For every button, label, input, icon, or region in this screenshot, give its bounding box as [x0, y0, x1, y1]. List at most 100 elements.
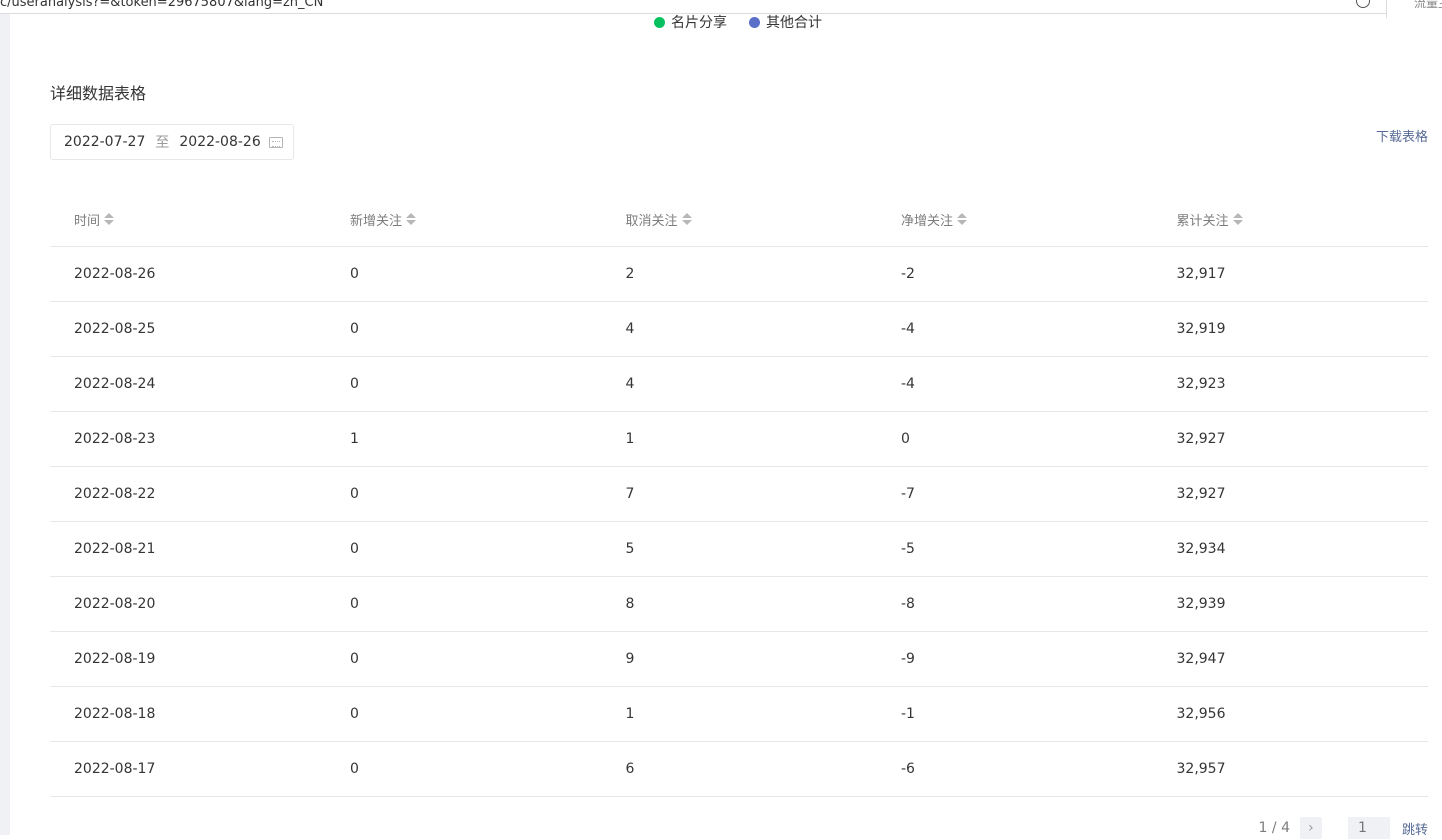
- cell-time: 2022-08-18: [74, 706, 156, 722]
- chevron-right-icon: ›: [1308, 820, 1314, 836]
- header-label: 新增关注: [350, 213, 403, 229]
- cell-unfollow: 6: [625, 761, 635, 777]
- legend-label: 其他合计: [766, 15, 822, 31]
- cell-net-follow: -5: [901, 541, 915, 557]
- cell-new-follow: 0: [350, 486, 359, 502]
- header-label: 累计关注: [1176, 213, 1229, 229]
- legend-dot: [749, 16, 760, 28]
- header-label: 时间: [74, 213, 101, 229]
- browser-toolbar-right: 流量主: [1386, 0, 1442, 18]
- date-separator: 至: [155, 135, 170, 151]
- toolbar-text[interactable]: 流量主: [1414, 0, 1442, 11]
- date-end[interactable]: 2022-08-26: [179, 134, 260, 150]
- cell-unfollow: 1: [625, 431, 635, 447]
- cell-total-follow: 32,927: [1176, 486, 1226, 502]
- header-unfollow[interactable]: 取消关注: [602, 210, 878, 229]
- cell-unfollow: 8: [625, 596, 635, 612]
- cell-new-follow: 0: [350, 596, 359, 612]
- date-range-picker[interactable]: 2022-07-27 至 2022-08-26: [50, 124, 294, 160]
- page-number-input[interactable]: [1347, 817, 1390, 839]
- table-row: 2022-08-21 0 5 -5 32,934: [50, 522, 1428, 577]
- cell-net-follow: -7: [901, 486, 915, 502]
- legend-label: 名片分享: [671, 15, 727, 31]
- cell-time: 2022-08-21: [74, 541, 156, 557]
- data-table: 时间 新增关注 取消关注 净增关注 累计关注 2022-08-26 0 2 -2…: [50, 192, 1428, 797]
- cell-total-follow: 32,919: [1176, 321, 1226, 337]
- legend-item[interactable]: 名片分享: [654, 12, 727, 32]
- sort-icon[interactable]: [104, 213, 115, 225]
- sort-icon[interactable]: [957, 213, 968, 225]
- cell-time: 2022-08-24: [74, 376, 156, 392]
- table-row: 2022-08-22 0 7 -7 32,927: [50, 467, 1428, 522]
- cell-time: 2022-08-26: [74, 266, 156, 282]
- header-label: 取消关注: [625, 213, 678, 229]
- cell-net-follow: -6: [901, 761, 915, 777]
- cell-total-follow: 32,917: [1176, 266, 1226, 282]
- table-row: 2022-08-19 0 9 -9 32,947: [50, 632, 1428, 687]
- cell-net-follow: 0: [901, 431, 910, 447]
- sort-icon[interactable]: [406, 213, 417, 225]
- cell-total-follow: 32,956: [1176, 706, 1226, 722]
- cell-time: 2022-08-25: [74, 321, 156, 337]
- cell-total-follow: 32,939: [1176, 596, 1226, 612]
- header-net-follow[interactable]: 净增关注: [877, 210, 1153, 229]
- cell-unfollow: 4: [625, 321, 635, 337]
- page-info: 1 / 4: [1258, 820, 1290, 836]
- table-row: 2022-08-23 1 1 0 32,927: [50, 412, 1428, 467]
- table-row: 2022-08-25 0 4 -4 32,919: [50, 302, 1428, 357]
- cell-unfollow: 7: [625, 486, 635, 502]
- cell-new-follow: 1: [350, 431, 359, 447]
- cell-unfollow: 2: [625, 266, 635, 282]
- sort-icon[interactable]: [681, 213, 692, 225]
- legend-item[interactable]: 其他合计: [749, 12, 822, 32]
- table-header: 时间 新增关注 取消关注 净增关注 累计关注: [50, 192, 1428, 247]
- cell-new-follow: 0: [350, 706, 359, 722]
- table-row: 2022-08-20 0 8 -8 32,939: [50, 577, 1428, 632]
- next-page-button[interactable]: ›: [1299, 817, 1322, 839]
- reload-icon[interactable]: [1356, 0, 1370, 8]
- section-title: 详细数据表格: [50, 84, 147, 103]
- cell-time: 2022-08-20: [74, 596, 156, 612]
- table-row: 2022-08-26 0 2 -2 32,917: [50, 247, 1428, 302]
- cell-unfollow: 1: [625, 706, 635, 722]
- cell-unfollow: 9: [625, 651, 635, 667]
- cell-new-follow: 0: [350, 321, 359, 337]
- url-text[interactable]: c/useranalysis?=&token=29675807&lang=zh_…: [0, 0, 323, 11]
- download-table-link[interactable]: 下载表格: [1376, 126, 1428, 145]
- cell-net-follow: -9: [901, 651, 915, 667]
- chart-legend: 名片分享 其他合计: [654, 12, 822, 32]
- cell-total-follow: 32,957: [1176, 761, 1226, 777]
- cell-total-follow: 32,934: [1176, 541, 1226, 557]
- cell-new-follow: 0: [350, 266, 359, 282]
- cell-total-follow: 32,923: [1176, 376, 1226, 392]
- pagination: 1 / 4 › 跳转: [1259, 816, 1428, 840]
- cell-net-follow: -4: [901, 376, 915, 392]
- cell-net-follow: -1: [901, 706, 915, 722]
- cell-total-follow: 32,947: [1176, 651, 1226, 667]
- cell-total-follow: 32,927: [1176, 431, 1226, 447]
- table-row: 2022-08-24 0 4 -4 32,923: [50, 357, 1428, 412]
- cell-time: 2022-08-22: [74, 486, 156, 502]
- cell-new-follow: 0: [350, 761, 359, 777]
- cell-new-follow: 0: [350, 376, 359, 392]
- table-row: 2022-08-18 0 1 -1 32,956: [50, 687, 1428, 742]
- left-sidebar-edge: [0, 0, 10, 835]
- cell-time: 2022-08-23: [74, 431, 156, 447]
- cell-new-follow: 0: [350, 541, 359, 557]
- cell-time: 2022-08-19: [74, 651, 156, 667]
- calendar-icon[interactable]: [269, 137, 283, 148]
- header-label: 净增关注: [901, 213, 954, 229]
- cell-net-follow: -4: [901, 321, 915, 337]
- header-total-follow[interactable]: 累计关注: [1153, 210, 1429, 229]
- cell-net-follow: -2: [901, 266, 915, 282]
- cell-net-follow: -8: [901, 596, 915, 612]
- sort-icon[interactable]: [1232, 213, 1243, 225]
- legend-dot: [654, 16, 665, 28]
- date-start[interactable]: 2022-07-27: [64, 134, 145, 150]
- table-row: 2022-08-17 0 6 -6 32,957: [50, 742, 1428, 797]
- cell-unfollow: 4: [625, 376, 635, 392]
- cell-time: 2022-08-17: [74, 761, 156, 777]
- cell-new-follow: 0: [350, 651, 359, 667]
- header-new-follow[interactable]: 新增关注: [326, 210, 602, 229]
- header-time[interactable]: 时间: [50, 210, 326, 229]
